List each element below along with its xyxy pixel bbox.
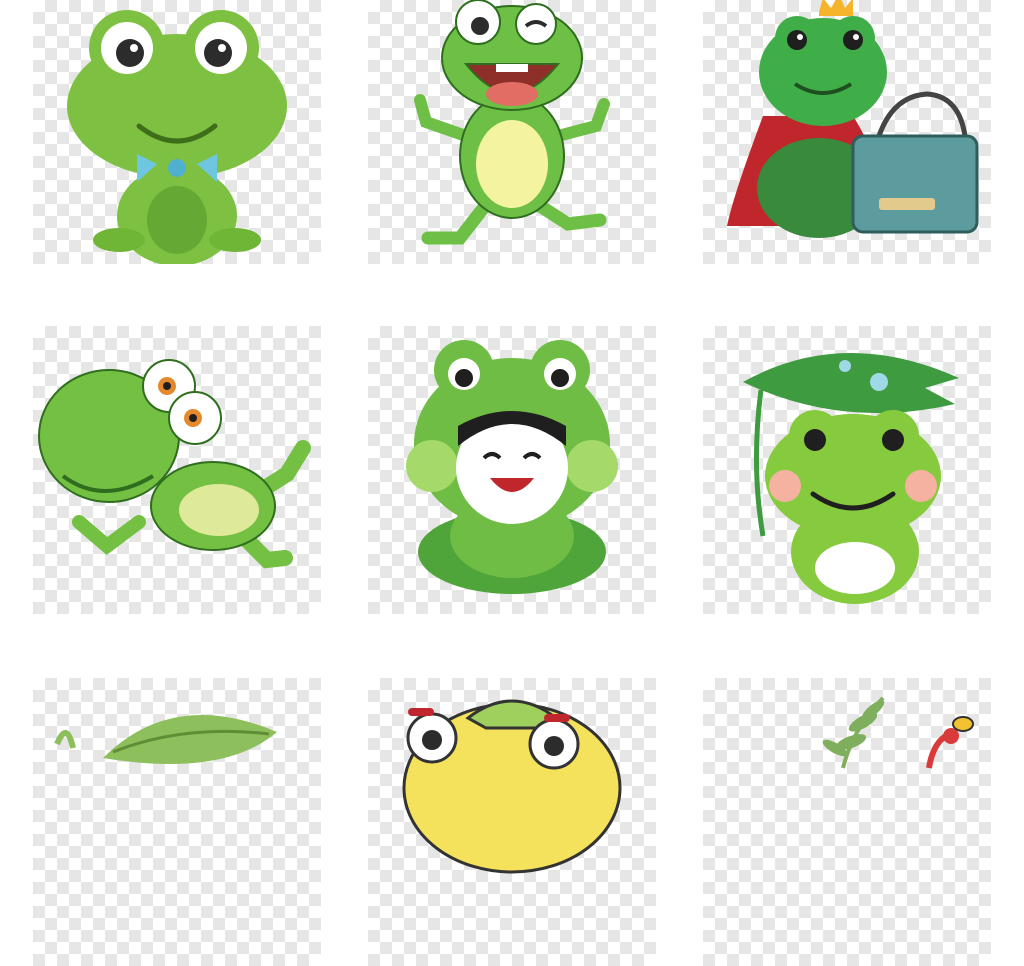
gallery-item-prince-frog[interactable]: [703, 0, 991, 264]
frog-face-illustration: [402, 699, 622, 874]
gallery-item-lilypad-frog[interactable]: [703, 326, 991, 614]
gallery-item-leaf-frog[interactable]: [33, 678, 321, 966]
lilypad-frog-illustration: [743, 352, 959, 604]
jumping-frog-illustration: [38, 359, 311, 569]
gallery-item-frog-bowtie[interactable]: [33, 0, 321, 264]
gallery-item-fern-bee[interactable]: [703, 678, 991, 966]
prince-frog-illustration: [727, 0, 979, 238]
leaf-frog-illustration: [54, 715, 277, 765]
gallery-item-waving-frog[interactable]: [368, 0, 656, 264]
gallery-item-frog-costume-child[interactable]: [368, 326, 656, 614]
frog-bowtie-illustration: [67, 10, 287, 264]
gallery-item-jumping-frog[interactable]: [33, 326, 321, 614]
frog-costume-child-illustration: [406, 340, 618, 594]
waving-frog-illustration: [414, 0, 610, 245]
fern-bee-illustration: [822, 696, 974, 769]
gallery-item-frog-face[interactable]: [368, 678, 656, 966]
